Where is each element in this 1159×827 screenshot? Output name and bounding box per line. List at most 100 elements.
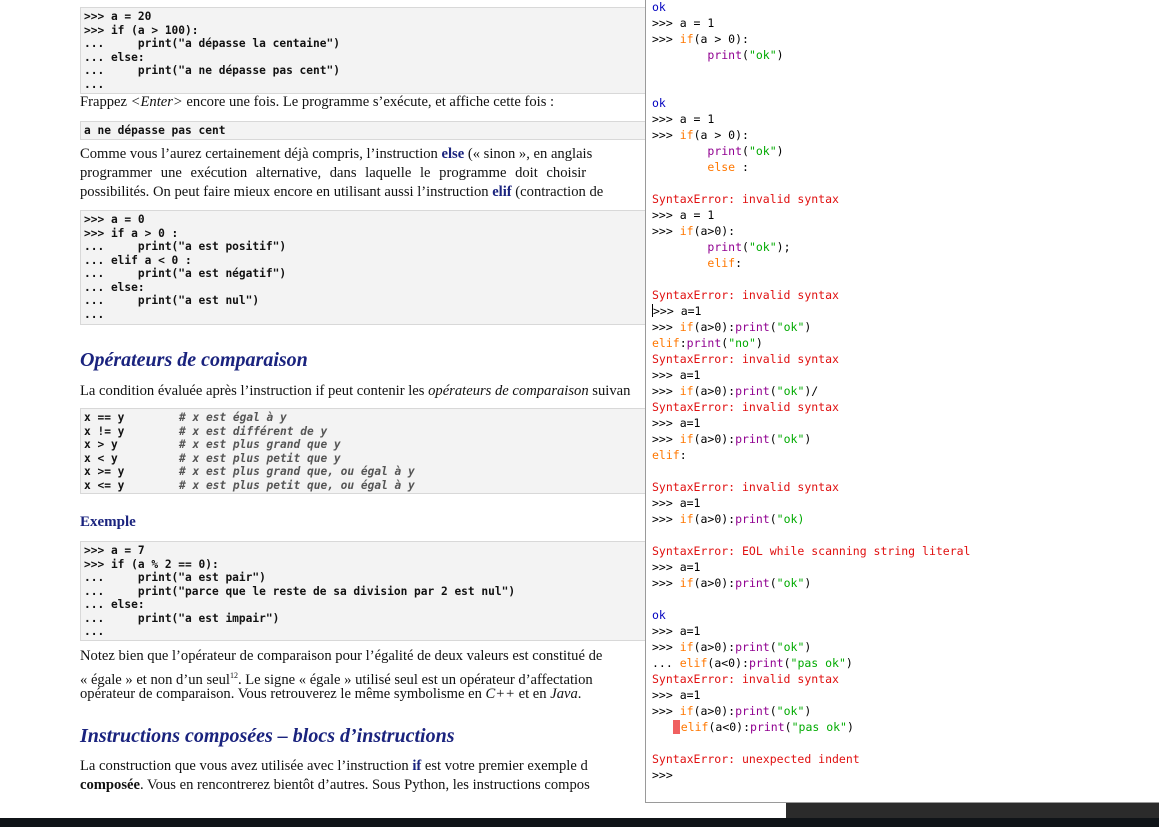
shell-token: SyntaxError: EOL while scanning string l…	[652, 544, 971, 558]
shell-token: print	[707, 144, 743, 158]
code-line: ... print("a est négatif")	[84, 267, 287, 280]
shell-token: "pas ok"	[790, 656, 846, 670]
shell-token: )	[804, 576, 812, 590]
operator-code: x < y	[84, 451, 118, 465]
shell-error-line: SyntaxError: EOL while scanning string l…	[652, 543, 971, 559]
shell-input-line: >>> a=1	[652, 623, 971, 639]
shell-token: >>>	[652, 640, 680, 654]
shell-token: "pas ok"	[791, 720, 847, 734]
code-block-example: >>> a = 7 >>> if (a % 2 == 0):... print("…	[80, 541, 646, 641]
shell-token: print	[686, 336, 722, 350]
shell-input-line: >>> if(a>0):	[652, 223, 971, 239]
shell-input-line	[652, 527, 971, 543]
paragraph-equality-line1: Notez bien que l’opérateur de comparaiso…	[80, 648, 603, 664]
shell-token: (a>0):	[693, 640, 736, 654]
shell-token: "ok"	[776, 704, 805, 718]
shell-token: >>>	[652, 512, 680, 526]
shell-input-line: print("ok");	[652, 239, 971, 255]
shell-token: SyntaxError: invalid syntax	[652, 192, 839, 206]
shell-token: (a>0):	[693, 320, 736, 334]
shell-token: if	[679, 128, 694, 142]
code-block-elif: >>> a = 0 >>> if a > 0 : ... print("a est …	[80, 210, 646, 325]
code-line: ... print("a est nul")	[84, 294, 260, 307]
shell-input-line	[652, 175, 971, 191]
heading-compound-instructions: Instructions composées – blocs d’instruc…	[80, 725, 455, 747]
shell-token: (a<0):	[707, 656, 749, 670]
shell-token: >>>	[652, 32, 680, 46]
shell-token: print	[748, 656, 784, 670]
shell-token: :	[735, 160, 749, 174]
shell-token: )	[845, 656, 853, 670]
window-background-strip	[786, 803, 1159, 818]
shell-token: :	[679, 336, 687, 350]
shell-token: )	[776, 144, 784, 158]
code-line: >>> if a > 0 :	[84, 226, 179, 240]
shell-input-line: print("ok")	[652, 47, 971, 63]
paragraph-compound-line2: composée. Vous en rencontrerez bientôt d…	[80, 777, 590, 793]
shell-input-line: >>> if(a>0):print("ok")	[652, 431, 971, 447]
shell-output-line: ok	[652, 607, 971, 623]
code-line: ...	[84, 77, 105, 91]
shell-token: >>> a=1	[652, 416, 701, 430]
shell-token: elif	[707, 256, 736, 270]
operator-comment: # x est plus grand que, ou égal à y	[179, 465, 415, 478]
shell-token: )/	[804, 384, 819, 398]
shell-token: );	[776, 240, 791, 254]
shell-token: "ok)	[776, 512, 805, 526]
shell-token	[652, 160, 707, 174]
shell-input-line: ... elif(a<0):print("pas ok")	[652, 655, 971, 671]
taskbar	[0, 818, 1159, 827]
shell-token: print	[735, 576, 770, 590]
shell-input-line	[652, 271, 971, 287]
operator-code: x <= y	[84, 478, 125, 492]
shell-token: :	[735, 256, 743, 270]
shell-token: >>>	[652, 320, 680, 334]
shell-output-line: ok	[652, 0, 971, 15]
shell-token: (a>0):	[693, 224, 736, 238]
shell-token: (	[769, 384, 777, 398]
operator-code: x == y	[84, 411, 125, 424]
operator-row: x != y # x est différent de y	[84, 425, 646, 439]
shell-output[interactable]: ok >>> a = 1 >>> if(a > 0): print("ok") ok >…	[652, 0, 971, 783]
shell-token: print	[735, 384, 770, 398]
shell-token: elif	[680, 720, 709, 734]
code-line: >>> a = 20	[84, 10, 152, 23]
operator-row: x > y # x est plus grand que y	[84, 438, 646, 452]
shell-token: >>> a=1	[652, 688, 701, 702]
shell-input-line: >>> if(a>0):print("ok")	[652, 319, 971, 335]
error-highlight-marker	[672, 720, 680, 734]
shell-token: >>> a=1	[652, 624, 701, 638]
shell-input-line: >>> if(a > 0):	[652, 31, 971, 47]
shell-token: >>>	[652, 224, 680, 238]
python-shell-window[interactable]: ok >>> a = 1 >>> if(a > 0): print("ok") ok >…	[645, 0, 1159, 803]
shell-token: if	[679, 384, 694, 398]
code-line: ... print("parce que le reste de sa divi…	[84, 584, 516, 598]
operator-code: x >= y	[84, 465, 125, 478]
shell-token: >>> a=1	[652, 368, 701, 382]
shell-token: (	[742, 144, 749, 158]
shell-token: (a>0):	[693, 384, 736, 398]
shell-token: )	[804, 640, 812, 654]
shell-input-line: >>> a = 1	[652, 15, 971, 31]
code-line: >>> if (a > 100):	[84, 23, 199, 37]
shell-token: >>>	[652, 704, 680, 718]
shell-token: (a>0):	[693, 512, 736, 526]
code-line: >>> a = 0	[84, 213, 145, 226]
paragraph-compound-line1: La construction que vous avez utilisée a…	[80, 758, 588, 774]
shell-token: SyntaxError: invalid syntax	[652, 480, 839, 494]
shell-error-line: SyntaxError: invalid syntax	[652, 351, 971, 367]
shell-token: if	[679, 576, 694, 590]
shell-token: print	[750, 720, 785, 734]
shell-input-line: elif(a<0):print("pas ok")	[652, 719, 971, 735]
shell-token: if	[679, 512, 694, 526]
operator-comment: # x est égal à y	[179, 411, 287, 424]
shell-input-line	[652, 463, 971, 479]
shell-input-line: elif:	[652, 255, 971, 271]
shell-token: "ok"	[748, 144, 777, 158]
heading-comparison-operators: Opérateurs de comparaison	[80, 349, 308, 371]
shell-input-line: print("ok")	[652, 143, 971, 159]
shell-token: >>> a=1	[652, 496, 701, 510]
code-line: ...	[84, 625, 105, 638]
code-line: ... else:	[84, 598, 145, 611]
operator-comment: # x est plus grand que y	[179, 438, 341, 451]
